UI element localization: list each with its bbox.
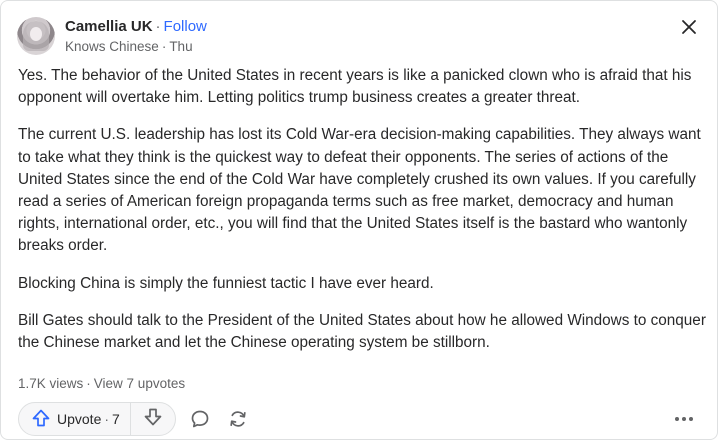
view-count: 1.7K views	[18, 376, 84, 391]
comment-icon[interactable]	[188, 407, 212, 431]
upvote-arrow-icon	[31, 408, 51, 431]
answer-header: Camellia UK · Follow Knows Chinese · Thu	[17, 15, 207, 59]
author-meta: Camellia UK · Follow Knows Chinese · Thu	[65, 17, 207, 57]
answer-paragraph: Yes. The behavior of the United States i…	[18, 67, 692, 107]
answer-date[interactable]: Thu	[169, 39, 192, 54]
separator-dot: ·	[86, 376, 91, 391]
downvote-arrow-icon	[143, 407, 163, 432]
answer-paragraph: Bill Gates should talk to the President …	[18, 311, 706, 352]
separator-dot: ·	[155, 18, 161, 35]
share-icon[interactable]	[226, 407, 250, 431]
separator-dot: ·	[104, 411, 110, 427]
answer-paragraph: Blocking China is simply the funniest ta…	[18, 274, 434, 292]
answer-body: Yes. The behavior of the United States i…	[18, 65, 708, 369]
more-options-icon[interactable]	[673, 409, 695, 429]
answer-paragraph: The current U.S. leadership has lost its…	[18, 126, 701, 255]
separator-dot: ·	[161, 39, 167, 54]
avatar[interactable]	[17, 17, 55, 55]
follow-button[interactable]: Follow	[164, 18, 207, 35]
view-upvotes-link[interactable]: View 7 upvotes	[94, 376, 185, 391]
close-icon[interactable]	[679, 17, 699, 37]
author-name[interactable]: Camellia UK	[65, 18, 153, 35]
action-bar: Upvote · 7	[18, 401, 250, 437]
upvote-count: 7	[112, 411, 120, 427]
upvote-button[interactable]: Upvote · 7	[19, 403, 130, 435]
answer-stats: 1.7K views · View 7 upvotes	[18, 374, 185, 394]
answer-card: Camellia UK · Follow Knows Chinese · Thu Yes…	[0, 0, 718, 440]
downvote-button[interactable]	[131, 403, 175, 435]
author-credential[interactable]: Knows Chinese	[65, 39, 159, 54]
upvote-label: Upvote	[57, 411, 102, 427]
vote-group: Upvote · 7	[18, 402, 176, 436]
